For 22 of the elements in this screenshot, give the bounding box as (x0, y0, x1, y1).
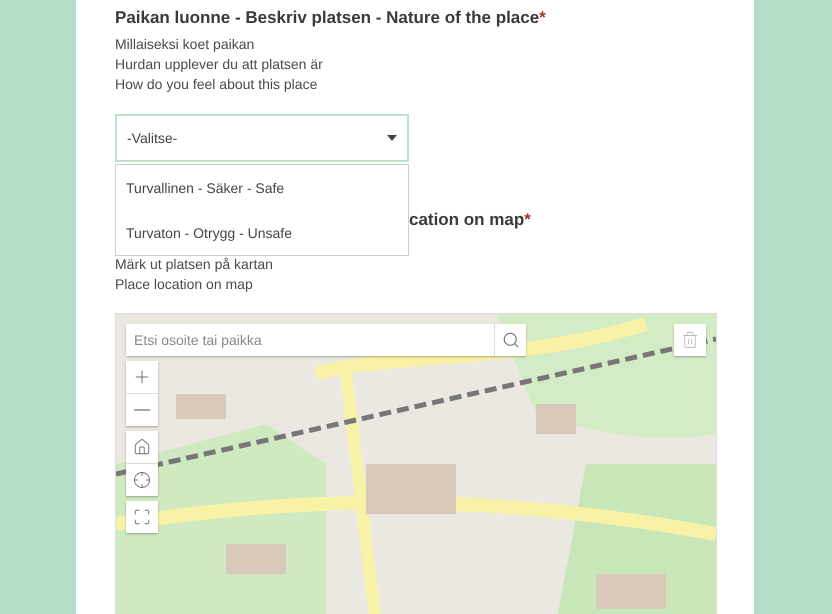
question-description: Märk ut platsen på kartan (115, 255, 274, 274)
trash-icon (681, 331, 699, 349)
minus-icon (134, 409, 150, 411)
question-description: Hurdan upplever du att platsen är (115, 55, 324, 74)
home-button[interactable] (126, 431, 158, 463)
search-icon (502, 331, 520, 349)
question-title: Paikan luonne - Beskriv platsen - Nature of the place (115, 8, 540, 28)
locate-button[interactable] (126, 464, 158, 496)
caret-icon (387, 135, 397, 141)
question-description: Place location on map (115, 275, 254, 294)
question-description: How do you feel about this place (115, 75, 318, 94)
crosshair-icon (133, 471, 151, 489)
map[interactable]: Etsi osoite tai paikka (115, 313, 717, 614)
select-dropdown[interactable]: -Valitse- (115, 114, 409, 162)
question-title: cation on map (409, 210, 524, 230)
fullscreen-icon (133, 508, 151, 526)
question-description: Millaiseksi koet paikan (115, 35, 256, 54)
required-mark: * (524, 210, 531, 230)
search-button[interactable] (494, 324, 526, 356)
required-mark: * (539, 8, 546, 28)
home-icon (133, 438, 151, 456)
zoom-in-button[interactable] (126, 361, 158, 393)
